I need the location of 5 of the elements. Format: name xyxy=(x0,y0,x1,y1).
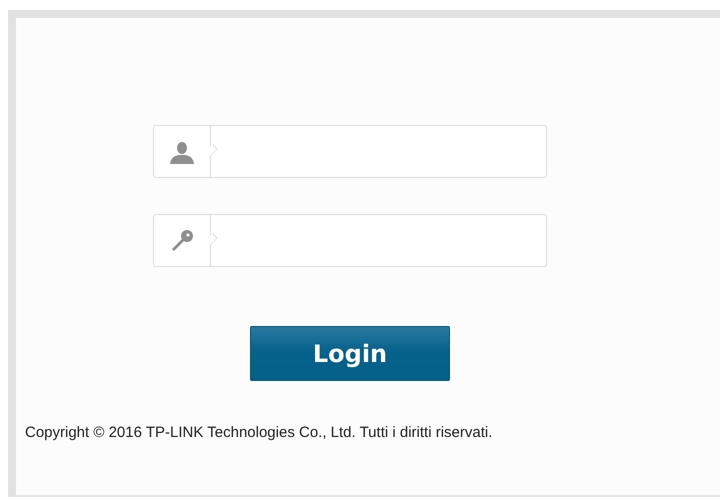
login-button[interactable]: Login xyxy=(250,326,450,381)
copyright-text: Copyright © 2016 TP-LINK Technologies Co., Ltd. Tutti i diritti riservati. xyxy=(25,424,492,441)
password-field[interactable] xyxy=(153,214,547,267)
key-icon xyxy=(170,228,194,252)
username-field[interactable] xyxy=(153,125,547,178)
